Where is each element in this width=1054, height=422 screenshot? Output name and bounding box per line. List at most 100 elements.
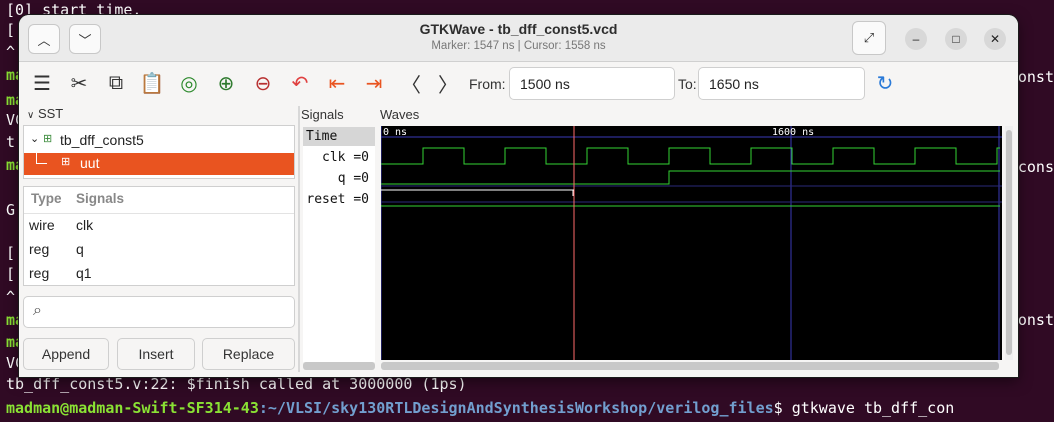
- from-label: From:: [469, 76, 506, 92]
- maximize-icon: □: [952, 32, 960, 46]
- table-row[interactable]: wire clk: [24, 215, 294, 237]
- chevron-left-icon: 〈: [401, 74, 421, 97]
- menu-button[interactable]: ☰: [29, 70, 55, 96]
- table-row[interactable]: reg q1: [24, 263, 294, 285]
- search-icon: ⌕: [33, 302, 42, 319]
- signals-list[interactable]: Time clk =0 q =0 reset =0: [303, 127, 375, 362]
- waves-vscrollbar[interactable]: [1005, 126, 1013, 360]
- insert-button[interactable]: Insert: [117, 338, 195, 370]
- gtkwave-window: ︿ ﹀ GTKWave - tb_dff_const5.vcd Marker: …: [19, 15, 1018, 377]
- go-to-end-icon: ⇥: [365, 72, 383, 95]
- to-label: To:: [678, 76, 697, 92]
- prompt-user: madman@madman-Swift-SF314-43: [6, 399, 259, 417]
- undo-zoom-button[interactable]: ↶: [287, 70, 313, 96]
- signal-row-reset[interactable]: reset =0: [306, 192, 369, 207]
- copy-icon: ⧉: [108, 71, 124, 94]
- cut-button[interactable]: ✂: [66, 70, 92, 96]
- tree-item-uut[interactable]: ⊞ uut: [24, 149, 294, 175]
- waves-canvas[interactable]: 0 ns 1600 ns: [380, 126, 1002, 360]
- signals-panel-label: Signals: [301, 107, 344, 122]
- signal-row-clk[interactable]: clk =0: [322, 150, 369, 165]
- signals-hscrollbar[interactable]: [303, 362, 375, 370]
- minimize-button[interactable]: –: [905, 28, 927, 50]
- previous-edge-button[interactable]: 〈: [398, 70, 424, 97]
- scissors-icon: ✂: [70, 72, 88, 95]
- signal-row-q[interactable]: q =0: [338, 171, 369, 186]
- zoom-fit-icon: ◎: [180, 72, 198, 95]
- terminal-line: onst: [1017, 311, 1054, 329]
- signal-type: wire: [29, 217, 55, 233]
- waveform-svg: 0 ns 1600 ns: [380, 126, 1002, 360]
- paste-icon: 📋: [139, 72, 165, 95]
- module-icon: ⊞: [61, 156, 71, 168]
- reload-button[interactable]: ↻: [872, 70, 898, 96]
- q-waveform: [381, 170, 1000, 185]
- prompt-path: :~/VLSI/sky130RTLDesignAndSynthesisWorks…: [258, 399, 774, 417]
- close-button[interactable]: ✕: [984, 28, 1006, 50]
- next-edge-button[interactable]: 〉: [435, 70, 461, 97]
- shell-prompt[interactable]: madman@madman-Swift-SF314-43:~/VLSI/sky1…: [6, 398, 954, 418]
- chevron-down-icon: ∨: [27, 110, 35, 121]
- zoom-out-icon: ⊖: [254, 72, 272, 95]
- time-label-0: 0 ns: [383, 127, 407, 138]
- signal-name: clk: [76, 217, 94, 233]
- sst-label: ∨ SST: [27, 106, 63, 121]
- waves-hscrollbar[interactable]: [381, 362, 999, 370]
- tree-item-label: tb_dff_const5: [60, 132, 144, 148]
- to-time-input[interactable]: [698, 67, 865, 100]
- header-type: Type: [31, 191, 62, 206]
- module-icon: ⊞: [43, 133, 53, 145]
- toolbar: ☰ ✂ ⧉ 📋 ◎ ⊕ ⊖ ↶ ⇤ ⇥ 〈 〉 From: To: ↻: [19, 62, 1018, 106]
- signal-type: reg: [29, 265, 50, 281]
- zoom-out-button[interactable]: ⊖: [250, 70, 276, 96]
- sst-label-text: SST: [37, 106, 64, 121]
- terminal-line: G: [6, 201, 16, 219]
- tree-item-tb-dff-const5[interactable]: ⌄ ⊞ tb_dff_const5: [24, 130, 294, 152]
- chevron-right-icon: 〉: [438, 74, 458, 97]
- zoom-end-button[interactable]: ⇥: [361, 70, 387, 96]
- time-header: Time: [306, 129, 338, 144]
- waves-panel-label: Waves: [380, 107, 420, 122]
- chevron-down-icon: ⌄: [30, 133, 40, 145]
- header-signals: Signals: [76, 191, 125, 206]
- pane-divider[interactable]: [298, 106, 300, 372]
- close-icon: ✕: [989, 32, 1001, 46]
- title-bar[interactable]: ︿ ﹀ GTKWave - tb_dff_const5.vcd Marker: …: [19, 15, 1018, 62]
- hamburger-icon: ☰: [33, 72, 51, 95]
- reset-waveform: [380, 205, 1000, 207]
- minimize-icon: –: [912, 32, 920, 46]
- terminal-line: [: [6, 21, 16, 39]
- maximize-button[interactable]: □: [945, 28, 967, 50]
- terminal-line: onst: [1017, 68, 1054, 86]
- signals-table: Type Signals wire clk reg q reg q1: [23, 186, 295, 286]
- signal-name: q: [76, 241, 84, 257]
- zoom-in-button[interactable]: ⊕: [213, 70, 239, 96]
- reload-icon: ↻: [876, 72, 894, 95]
- zoom-start-button[interactable]: ⇤: [324, 70, 350, 96]
- clk-waveform: [381, 147, 1000, 165]
- sst-tree[interactable]: ⌄ ⊞ tb_dff_const5 ⊞ uut: [23, 125, 295, 179]
- table-row[interactable]: reg q: [24, 239, 294, 261]
- finish-line: tb_dff_const5.v:22: $finish called at 30…: [6, 375, 467, 393]
- replace-button[interactable]: Replace: [202, 338, 295, 370]
- signals-table-header: Type Signals: [24, 187, 294, 214]
- go-to-start-icon: ⇤: [328, 72, 346, 95]
- from-time-input[interactable]: [509, 67, 675, 100]
- fullscreen-button[interactable]: ⤢: [852, 21, 886, 55]
- signal-search-input[interactable]: ⌕: [23, 296, 295, 328]
- append-button[interactable]: Append: [23, 338, 109, 370]
- tree-connector: [36, 149, 47, 164]
- copy-button[interactable]: ⧉: [103, 70, 129, 96]
- signal-name: q1: [76, 265, 92, 281]
- fullscreen-icon: ⤢: [863, 30, 875, 45]
- terminal-line: [: [6, 265, 16, 283]
- scrollbar-thumb[interactable]: [1006, 130, 1012, 355]
- tree-item-label: uut: [80, 155, 100, 171]
- terminal-line: t: [6, 133, 16, 151]
- signal-type: reg: [29, 241, 50, 257]
- prompt-command: $ gtkwave tb_dff_con: [773, 399, 955, 417]
- paste-button[interactable]: 📋: [139, 70, 165, 96]
- time-label-1600: 1600 ns: [772, 127, 814, 138]
- zoom-fit-button[interactable]: ◎: [176, 70, 202, 96]
- zoom-in-icon: ⊕: [217, 72, 235, 95]
